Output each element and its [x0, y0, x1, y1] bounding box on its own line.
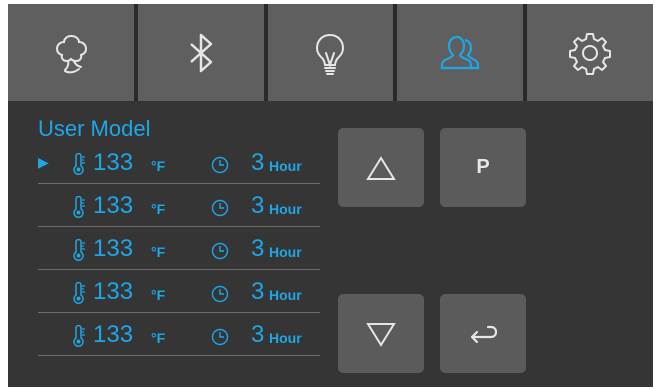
cloud-tree-icon [55, 34, 87, 73]
clock-icon [211, 242, 229, 260]
temperature-value: 133 [93, 235, 134, 262]
clock-icon [211, 156, 229, 174]
temperature-unit: °F [151, 158, 166, 174]
lightbulb-icon [316, 33, 345, 75]
up-button[interactable] [338, 128, 424, 207]
thermometer-icon [71, 195, 87, 218]
thermometer-icon [71, 281, 87, 304]
temperature-value: 133 [93, 192, 134, 219]
time-value: 3 [251, 235, 265, 262]
temperature-value: 133 [93, 321, 134, 348]
triangle-down-icon [366, 322, 396, 347]
program-row[interactable]: 133 °F 3 Hour [38, 189, 320, 227]
time-unit: Hour [269, 244, 302, 260]
down-button[interactable] [338, 294, 424, 373]
clock-icon [211, 285, 229, 303]
program-row[interactable]: 133 °F 3 Hour [38, 275, 320, 313]
tab-settings[interactable] [527, 4, 653, 101]
back-button[interactable] [440, 294, 526, 373]
program-row[interactable]: 133 °F 3 Hour [38, 318, 320, 356]
time-unit: Hour [269, 158, 302, 174]
tab-bluetooth[interactable] [137, 4, 264, 101]
thermometer-icon [71, 238, 87, 261]
time-unit: Hour [269, 201, 302, 217]
return-arrow-icon [470, 325, 498, 343]
triangle-up-icon [366, 155, 396, 180]
selection-cursor-icon: ▶ [38, 154, 49, 170]
top-nav [8, 4, 653, 101]
time-unit: Hour [269, 287, 302, 303]
section-title: User Model [38, 116, 151, 141]
temperature-unit: °F [151, 244, 166, 260]
temperature-value: 133 [93, 149, 134, 176]
tab-smoke[interactable] [8, 4, 134, 101]
clock-icon [211, 199, 229, 217]
clock-icon [211, 328, 229, 346]
controller-screen: User Model ▶ 133 °F 3 Hour 133 °F 3 Hour 133 °F 3 Ho… [8, 4, 653, 387]
user-icon [441, 35, 480, 69]
time-value: 3 [251, 278, 265, 305]
thermometer-icon [71, 324, 87, 347]
time-value: 3 [251, 321, 265, 348]
tab-light[interactable] [267, 4, 394, 101]
program-button-label: P [476, 156, 490, 178]
time-unit: Hour [269, 330, 302, 346]
temperature-unit: °F [151, 287, 166, 303]
temperature-value: 133 [93, 278, 134, 305]
program-button[interactable]: P [440, 128, 526, 207]
tab-user[interactable] [397, 4, 524, 101]
gear-icon [569, 32, 612, 75]
time-value: 3 [251, 149, 265, 176]
temperature-unit: °F [151, 330, 166, 346]
thermometer-icon [71, 152, 87, 175]
time-value: 3 [251, 192, 265, 219]
bluetooth-icon [189, 33, 212, 72]
program-row[interactable]: 133 °F 3 Hour [38, 232, 320, 270]
program-row[interactable]: ▶ 133 °F 3 Hour [38, 146, 320, 184]
temperature-unit: °F [151, 201, 166, 217]
